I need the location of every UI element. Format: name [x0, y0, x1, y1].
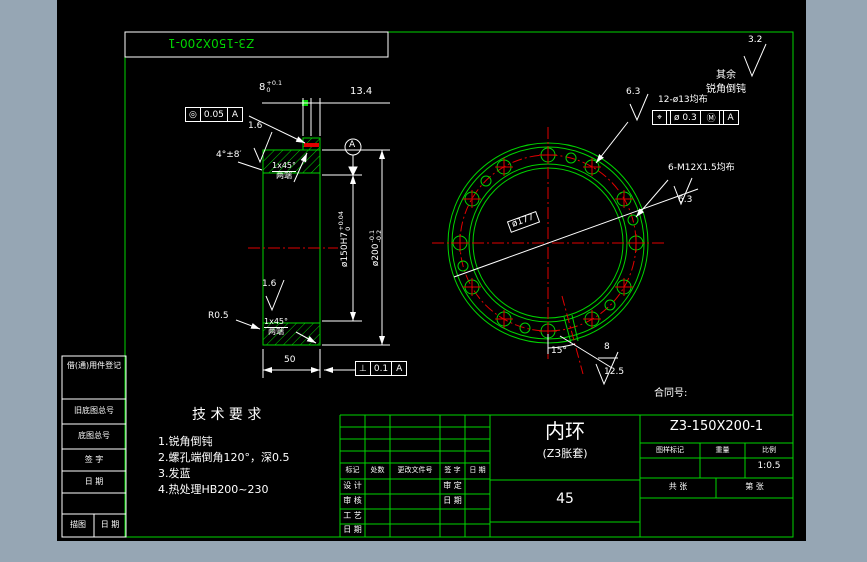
perpendicularity-icon: ⊥ — [355, 361, 371, 376]
tb-header-scale: 比例 — [762, 446, 776, 454]
note-rest: 其余 — [716, 70, 736, 81]
tech-requirement-2: 2.螺孔端倒角120°，深0.5 — [158, 451, 290, 464]
tapped-holes-callout: 6-M12X1.5均布 — [668, 163, 735, 173]
tb-row-check: 审 核 — [343, 496, 362, 505]
tb-row-approve-date: 日 期 — [443, 496, 462, 505]
dim-step-width: 8 +0.1 0 — [259, 79, 283, 94]
note-sharp-edges: 锐角倒钝 — [706, 84, 746, 95]
tb-row-approve: 审 定 — [443, 481, 462, 490]
dim-outer-diameter: ø200 -0.1 -0.2 — [368, 229, 383, 267]
position-icon: ⌖ — [652, 110, 667, 125]
chamfer-note-top: 1x45° 两端 — [272, 161, 297, 181]
slot-width-dim: 8 — [604, 342, 610, 352]
roughness-holes-value: 6.3 — [626, 87, 641, 97]
dim-width-13-4: 13.4 — [350, 86, 373, 97]
tb-header-sign: 签 字 — [444, 466, 461, 474]
chamfer-value: 1x45° — [272, 161, 297, 170]
part-subtitle: (Z3胀套) — [542, 447, 588, 460]
side-cell-reuse-register: 借(通)用件登记 — [66, 361, 122, 370]
datum-a-label: A — [349, 140, 356, 150]
roughness-slot-value: 12.5 — [604, 367, 625, 377]
fillet-radius-label: R0.5 — [208, 311, 229, 321]
roughness-default-value: 3.2 — [748, 35, 763, 45]
part-name: 内环 — [545, 419, 585, 443]
circular-view-geometry — [432, 43, 767, 386]
sheets-total: 共 张 — [668, 482, 688, 491]
flipped-sheet-title: Z3-150X200-1 — [168, 36, 255, 51]
roughness-tapped-value: 6.3 — [678, 195, 693, 205]
perpendicularity-datum: A — [392, 361, 408, 376]
tech-requirements-title: 技 术 要 求 — [192, 407, 262, 423]
concentricity-datum: A — [227, 107, 243, 122]
slot — [561, 295, 584, 375]
side-cell-tracing: 描图 — [70, 520, 86, 529]
tb-row-process: 工 艺 — [343, 511, 362, 520]
concentricity-tolerance: 0.05 — [200, 107, 228, 122]
tech-requirement-4: 4.热处理HB200~230 — [158, 483, 269, 496]
chamfer-places-2: 两端 — [264, 326, 289, 337]
side-cell-tracing-date: 日 期 — [100, 520, 120, 529]
side-cell-date: 日 期 — [84, 477, 104, 486]
tb-header-change-doc: 更改文件号 — [397, 466, 433, 474]
roughness-top-value: 1.6 — [248, 121, 263, 131]
cad-viewport: Z3-150X200-1 借(通)用件登记 旧底图总号 底图总号 签 字 日 期… — [0, 0, 867, 562]
mmc-modifier-icon: Ⓜ — [703, 110, 720, 125]
sheet-number: 第 张 — [745, 482, 764, 491]
drawing-number: Z3-150X200-1 — [669, 419, 764, 434]
tb-row-date: 日 期 — [343, 525, 362, 534]
side-attachment-blocks — [61, 355, 127, 538]
chamfer-places: 两端 — [272, 170, 297, 181]
side-cell-master-no: 底图总号 — [78, 431, 110, 440]
fcf-concentricity: ◎ 0.05 A — [185, 107, 243, 122]
tech-requirement-1: 1.锐角倒钝 — [158, 435, 213, 448]
perpendicularity-tolerance: 0.1 — [370, 361, 393, 376]
material-value: 45 — [556, 491, 574, 507]
position-datum: A — [723, 110, 739, 125]
tb-header-mark: 标记 — [345, 466, 360, 474]
contract-no-label: 合同号: — [654, 388, 688, 399]
slot-angle-dim: 15° — [551, 346, 567, 356]
tech-requirement-3: 3.发蓝 — [158, 467, 191, 480]
side-cell-signature: 签 字 — [84, 455, 104, 464]
scale-value: 1:0.5 — [757, 461, 781, 471]
bolt-holes-callout: 12-ø13均布 — [658, 95, 708, 105]
chamfer-note-bottom: 1x45° 两端 — [264, 317, 289, 337]
dim-length-50: 50 — [284, 355, 296, 365]
fcf-perpendicularity: ⊥ 0.1 A — [355, 361, 408, 376]
tb-header-date: 日 期 — [469, 466, 486, 474]
tb-row-design: 设 计 — [343, 481, 362, 490]
tb-header-stamp: 图样标记 — [656, 446, 684, 454]
dim-bore-diameter: ø150H7 +0.04 0 — [337, 210, 352, 268]
circle-dimensions — [453, 43, 767, 386]
position-tolerance: ø 0.3 Ⓜ — [667, 110, 724, 125]
tb-header-weight: 重量 — [715, 446, 730, 454]
fcf-position: ⌖ ø 0.3 Ⓜ A — [652, 110, 739, 125]
dim-taper-angle: 4°±8′ — [216, 150, 242, 160]
tb-header-count: 处数 — [370, 466, 385, 474]
side-cell-old-master-no: 旧底图总号 — [74, 406, 114, 415]
chamfer-value-2: 1x45° — [264, 317, 289, 326]
concentricity-icon: ◎ — [185, 107, 201, 122]
roughness-bottom-value: 1.6 — [262, 279, 277, 289]
